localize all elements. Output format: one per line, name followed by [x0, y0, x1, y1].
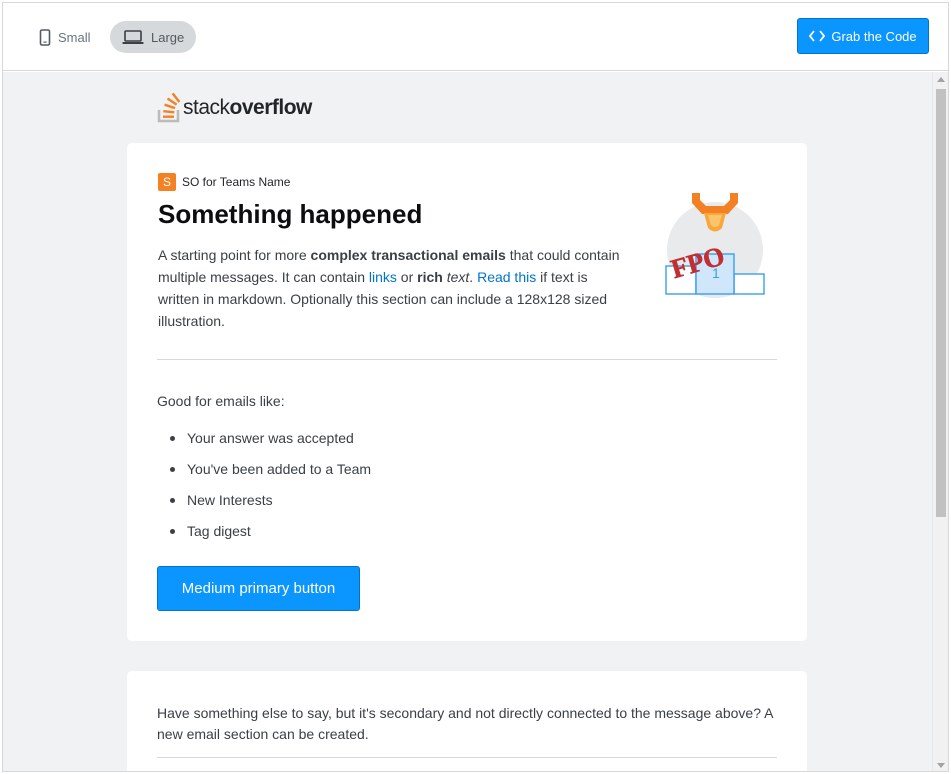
email-preview: stackoverflow S SO for Teams Name Someth…	[3, 72, 948, 771]
vertical-scrollbar[interactable]	[932, 72, 948, 771]
stack-icon	[157, 92, 181, 123]
small-view-button[interactable]: Small	[27, 21, 103, 53]
links-link[interactable]: links	[369, 269, 397, 285]
intro-text: or	[396, 269, 418, 285]
email-headline: Something happened	[158, 199, 423, 229]
main-email-card: S SO for Teams Name Something happened A…	[127, 143, 807, 641]
team-header: S SO for Teams Name	[158, 173, 290, 191]
grab-code-button[interactable]: Grab the Code	[797, 18, 929, 54]
large-view-label: Large	[151, 29, 185, 45]
intro-text: A starting point for more	[158, 247, 311, 263]
small-view-label: Small	[58, 29, 91, 45]
list-item: Tag digest	[157, 522, 371, 553]
divider	[157, 757, 777, 758]
read-this-link[interactable]: Read this	[477, 269, 536, 285]
laptop-icon	[122, 29, 144, 44]
intro-text: .	[469, 269, 478, 285]
intro-bold-text: complex transactional emails	[310, 247, 506, 263]
list-item: New Interests	[157, 491, 371, 522]
scroll-down-arrow-icon[interactable]	[937, 763, 945, 768]
preview-frame: Small Large Grab the Code stackoverflow	[2, 2, 949, 772]
team-badge: S	[158, 173, 176, 191]
divider	[157, 359, 777, 360]
intro-paragraph: A starting point for more complex transa…	[158, 244, 628, 332]
good-for-label: Good for emails like:	[157, 393, 285, 409]
secondary-email-card: Have something else to say, but it's sec…	[127, 671, 807, 771]
intro-bold-text: rich	[417, 269, 443, 285]
email-types-list: Your answer was accepted You've been add…	[157, 429, 371, 553]
phone-icon	[39, 28, 51, 46]
scroll-up-arrow-icon[interactable]	[937, 77, 945, 82]
trophy-podium-illustration: 1 FPO	[665, 193, 765, 298]
scrollbar-thumb[interactable]	[936, 89, 946, 517]
medium-primary-button[interactable]: Medium primary button	[157, 566, 360, 611]
list-item: Your answer was accepted	[157, 429, 371, 460]
stackoverflow-logo: stackoverflow	[157, 92, 312, 124]
secondary-paragraph: Have something else to say, but it's sec…	[157, 705, 773, 742]
toolbar: Small Large Grab the Code	[3, 3, 948, 71]
team-name: SO for Teams Name	[182, 175, 291, 189]
intro-italic-text: text	[446, 269, 470, 285]
list-item: You've been added to a Team	[157, 460, 371, 491]
logo-text-bold: overflow	[229, 96, 313, 119]
large-view-button[interactable]: Large	[110, 21, 197, 53]
code-icon	[809, 30, 826, 42]
logo-text-light: stack	[183, 96, 230, 119]
grab-code-label: Grab the Code	[831, 28, 917, 44]
